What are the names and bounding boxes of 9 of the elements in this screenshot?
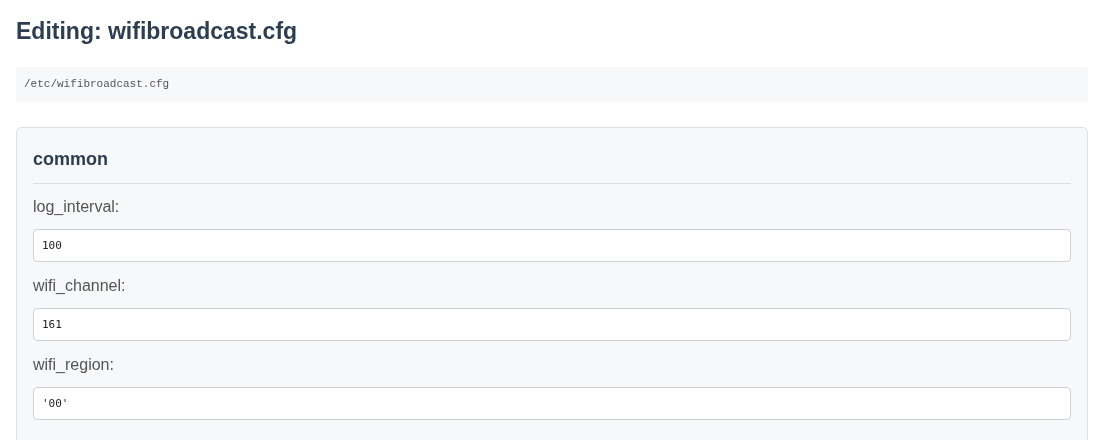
input-field[interactable]: 100 [33, 229, 1071, 262]
section-title: common [33, 148, 109, 171]
field-label: wifi_region: [33, 355, 115, 375]
file-path: /etc/wifibroadcast.cfg [16, 67, 1088, 102]
field-label: log_interval: [33, 197, 121, 217]
input-field[interactable]: '00' [33, 387, 1071, 420]
field-label: wifi_channel: [33, 276, 127, 296]
page-title: Editing: wifibroadcast.cfg [16, 17, 299, 45]
input-field[interactable]: 161 [33, 308, 1071, 341]
